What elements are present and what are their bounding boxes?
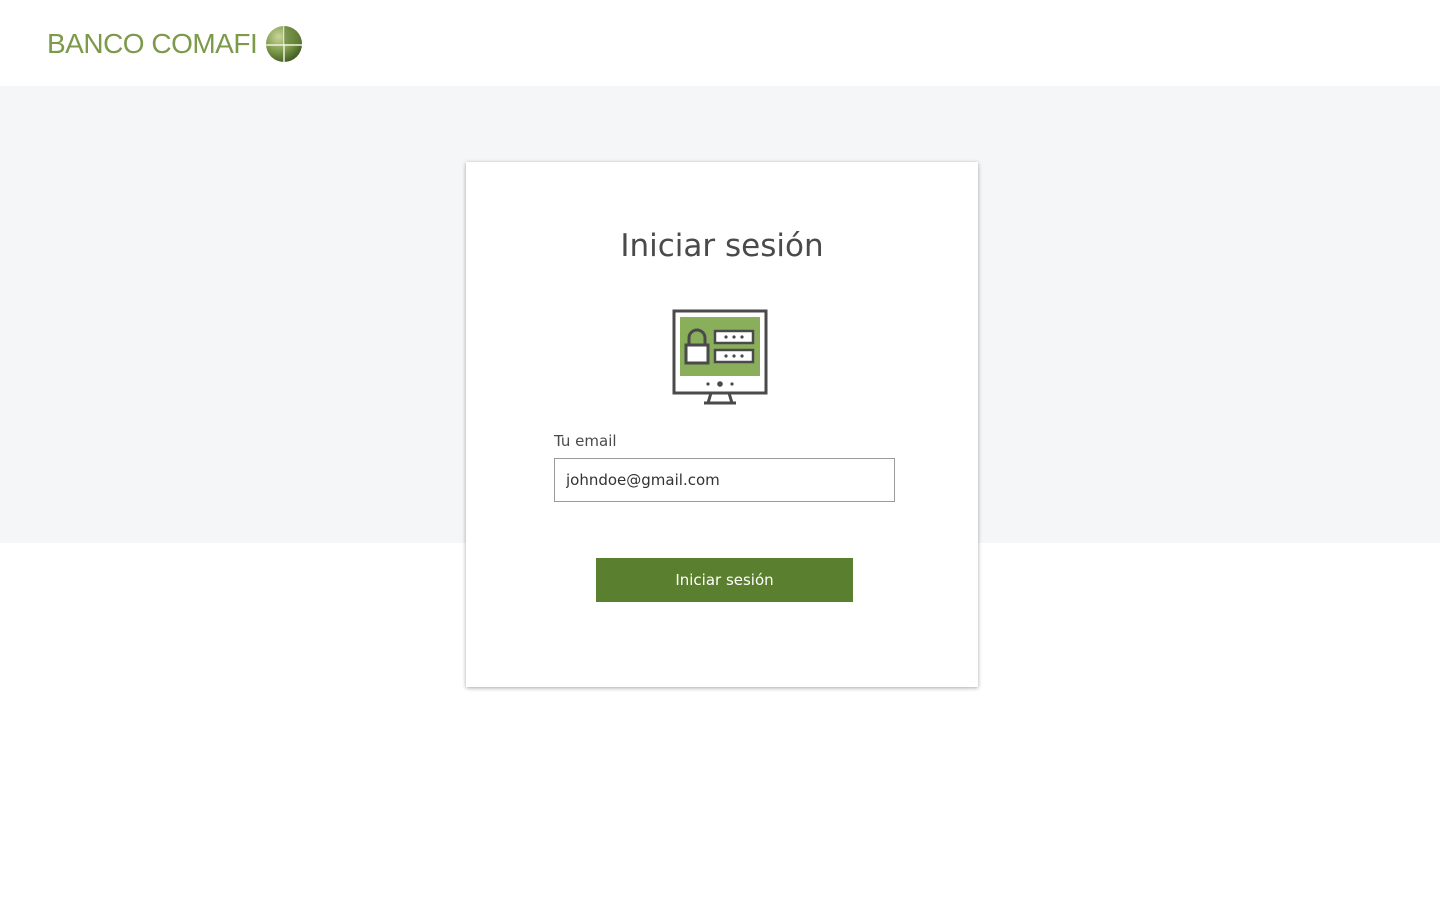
brand-logo[interactable]: BANCO COMAFI: [47, 24, 303, 64]
email-field[interactable]: [554, 458, 895, 502]
login-button[interactable]: Iniciar sesión: [596, 558, 853, 602]
brand-name: BANCO COMAFI: [47, 28, 258, 59]
secure-login-monitor-icon: [672, 309, 768, 405]
site-header: BANCO COMAFI: [0, 0, 1440, 86]
email-label: Tu email: [554, 432, 617, 450]
page-title: Iniciar sesión: [620, 228, 824, 264]
globe-logo-icon: [266, 26, 303, 62]
